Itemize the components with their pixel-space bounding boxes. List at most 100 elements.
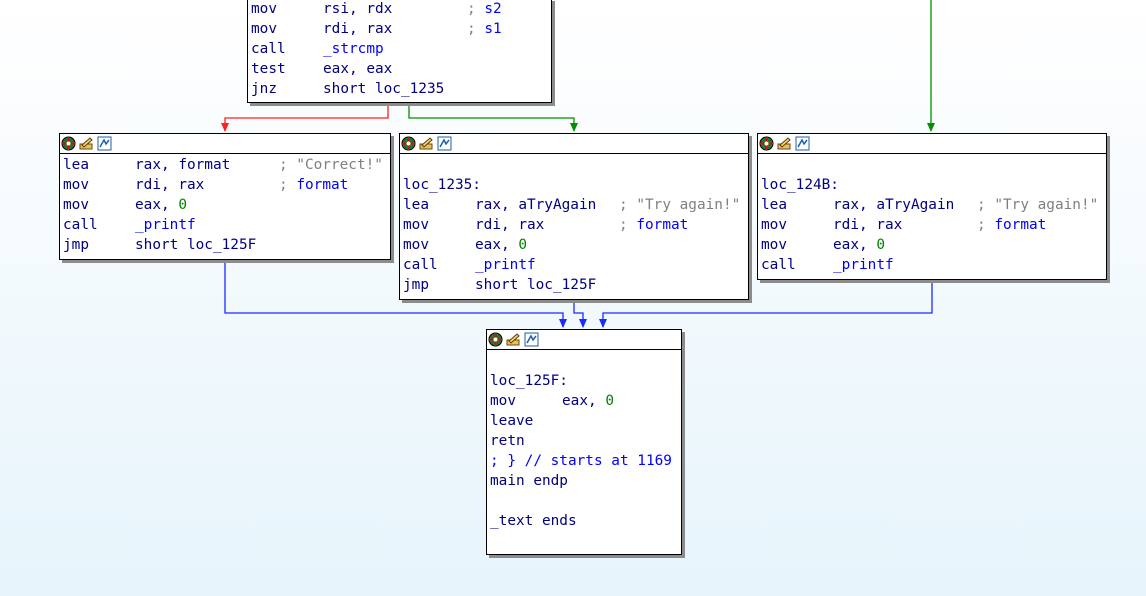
edge-true	[408, 103, 575, 131]
mnemonic: lea	[63, 157, 89, 173]
comment-symbol: s2	[484, 1, 502, 17]
asm-line[interactable]: mov rdi, rax; format	[403, 215, 745, 235]
asm-line[interactable]: mov rsi, rdx; s2	[251, 0, 548, 19]
asm-line[interactable]: call _printf	[403, 255, 745, 275]
operands: rax, format	[135, 157, 231, 173]
mnemonic: leave	[490, 413, 534, 429]
comment: ; "Correct!"	[279, 157, 383, 173]
comment-symbol: format	[636, 217, 689, 233]
operands: rdi, rax	[135, 177, 205, 193]
operands: rdi, rax	[833, 217, 903, 233]
asm-line[interactable]: call _printf	[761, 255, 1103, 275]
asm-line[interactable]: lea rax, aTryAgain ; "Try again!"	[403, 195, 745, 215]
block-toolbar	[400, 134, 748, 154]
operands: _printf	[135, 217, 196, 233]
mnemonic: lea	[403, 197, 429, 213]
arrow-from-above	[927, 123, 935, 132]
block-loc-124b[interactable]: loc_124B: lea rax, aTryAgain ; "Try again!…	[757, 133, 1107, 280]
block-label[interactable]: loc_124B:	[761, 175, 1103, 195]
asm-line[interactable]: mov eax, 0	[63, 195, 387, 215]
comment-symbol: s1	[484, 21, 502, 37]
asm-line[interactable]: call _printf	[63, 215, 387, 235]
immediate-value: 0	[605, 393, 614, 409]
block-correct[interactable]: lea rax, format ; "Correct!" mov rdi, rax ; …	[59, 133, 391, 260]
mnemonic: mov	[490, 393, 516, 409]
footer-line: _text ends	[490, 511, 678, 531]
operands: rsi, rdx	[323, 1, 393, 17]
graph-color-icon[interactable]	[401, 136, 416, 151]
block-loc-125f[interactable]: loc_125F: mov eax, 0 leave retn ; } // st…	[486, 329, 682, 555]
mnemonic: mov	[761, 237, 787, 253]
asm-line[interactable]: jmp short loc_125F	[63, 235, 387, 255]
asm-line[interactable]: retn	[490, 431, 678, 451]
operands: short loc_125F	[135, 237, 257, 253]
asm-line[interactable]: test eax, eax	[251, 59, 548, 79]
mnemonic: mov	[251, 1, 277, 17]
comment: ; "Try again!"	[977, 197, 1099, 213]
label-text: loc_124B:	[761, 177, 839, 193]
mnemonic: mov	[403, 237, 429, 253]
comment: ;	[467, 21, 476, 37]
endp-directive: main endp	[490, 473, 568, 489]
operands: eax,	[562, 393, 606, 409]
immediate-value: 0	[518, 237, 527, 253]
segment-ends-directive: _text ends	[490, 513, 577, 529]
asm-line[interactable]: mov rdi, rax; format	[761, 215, 1103, 235]
footer-line	[490, 491, 678, 511]
asm-line[interactable]: lea rax, format ; "Correct!"	[63, 155, 387, 175]
rename-icon[interactable]	[777, 136, 792, 151]
block-loc-1235[interactable]: loc_1235: lea rax, aTryAgain ; "Try again!…	[399, 133, 749, 300]
asm-line[interactable]: mov eax, 0	[761, 235, 1103, 255]
asm-line[interactable]: lea rax, aTryAgain ; "Try again!"	[761, 195, 1103, 215]
arrow-true	[570, 123, 578, 132]
immediate-value: 0	[876, 237, 885, 253]
rename-icon[interactable]	[506, 332, 521, 347]
asm-line[interactable]: mov rdi, rax; s1	[251, 19, 548, 39]
asm-line[interactable]: mov rdi, rax; format	[63, 175, 387, 195]
mnemonic: call	[63, 217, 98, 233]
operands: _printf	[475, 257, 536, 273]
block-label[interactable]: loc_125F:	[490, 371, 678, 391]
block-toolbar	[758, 134, 1106, 154]
mnemonic: mov	[251, 21, 277, 37]
mnemonic: mov	[403, 217, 429, 233]
comment: ;	[467, 1, 476, 17]
switch-view-icon[interactable]	[97, 136, 112, 151]
graph-color-icon[interactable]	[61, 136, 76, 151]
operands: eax, eax	[323, 61, 393, 77]
arrow-124b	[599, 319, 607, 328]
asm-line[interactable]: call _strcmp	[251, 39, 548, 59]
asm-line[interactable]: leave	[490, 411, 678, 431]
graph-color-icon[interactable]	[488, 332, 503, 347]
immediate-value: 0	[178, 197, 187, 213]
block-toolbar	[487, 330, 681, 350]
asm-line[interactable]: mov eax, 0	[490, 391, 678, 411]
footer-line: main endp	[490, 471, 678, 491]
operands: eax,	[475, 237, 519, 253]
mnemonic: mov	[63, 177, 89, 193]
switch-view-icon[interactable]	[524, 332, 539, 347]
graph-color-icon[interactable]	[759, 136, 774, 151]
rename-icon[interactable]	[419, 136, 434, 151]
mnemonic: mov	[761, 217, 787, 233]
asm-line[interactable]: jnz short loc_1235	[251, 79, 548, 99]
rename-icon[interactable]	[79, 136, 94, 151]
label-text: loc_1235:	[403, 177, 481, 193]
comment: ; "Try again!"	[619, 197, 741, 213]
switch-view-icon[interactable]	[437, 136, 452, 151]
comment: ;	[619, 217, 628, 233]
block-strcmp[interactable]: mov rsi, rdx; s2 mov rdi, rax; s1 call _str…	[247, 0, 552, 103]
asm-line[interactable]: jmp short loc_125F	[403, 275, 745, 295]
mnemonic: test	[251, 61, 286, 77]
mnemonic: mov	[63, 197, 89, 213]
label-text: loc_125F:	[490, 373, 568, 389]
block-label[interactable]: loc_1235:	[403, 175, 745, 195]
switch-view-icon[interactable]	[795, 136, 810, 151]
asm-line[interactable]: mov eax, 0	[403, 235, 745, 255]
arrow-false	[221, 123, 229, 132]
mnemonic: call	[761, 257, 796, 273]
mnemonic: retn	[490, 433, 525, 449]
mnemonic: jnz	[251, 81, 277, 97]
